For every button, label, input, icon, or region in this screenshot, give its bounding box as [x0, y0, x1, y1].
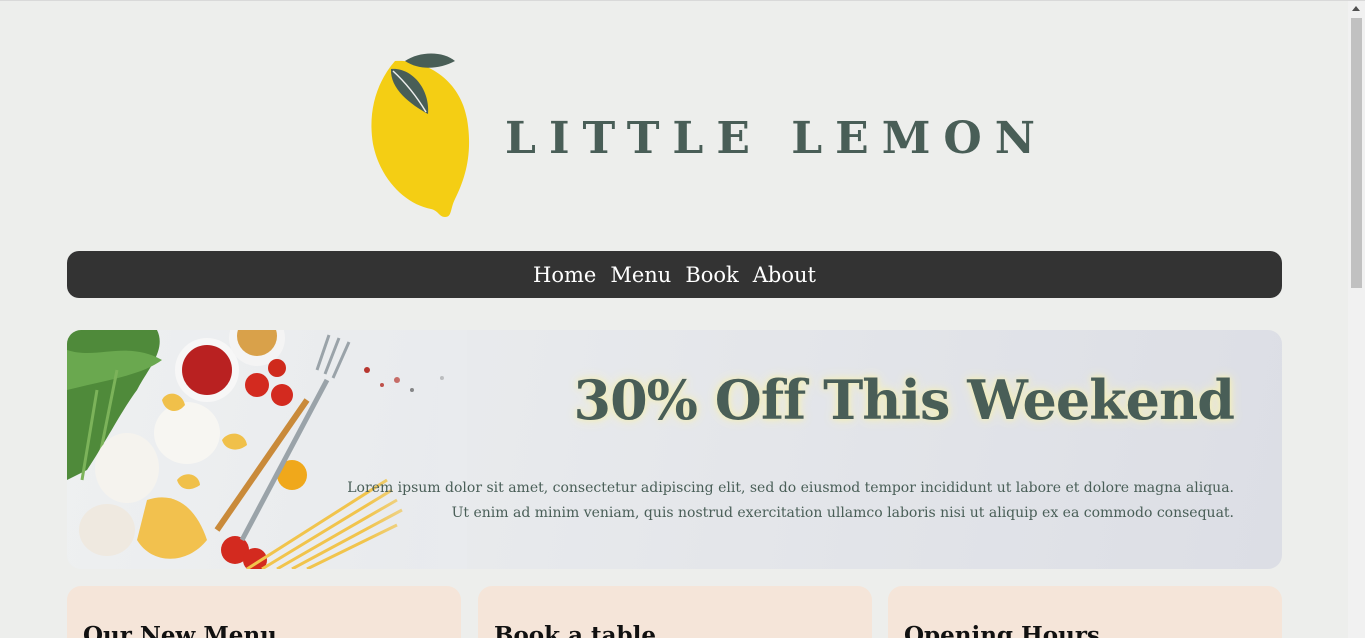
brand-name: LITTLE LEMON	[505, 113, 1048, 164]
pasta-ingredients-image	[67, 330, 467, 569]
scrollbar-thumb[interactable]	[1351, 18, 1362, 288]
nav-link-about[interactable]: About	[753, 263, 816, 287]
nav-link-home[interactable]: Home	[533, 263, 596, 287]
card-new-menu: Our New Menu	[67, 586, 461, 638]
promo-description: Lorem ipsum dolor sit amet, consectetur …	[347, 480, 1234, 521]
promo-banner: 30% Off This Weekend Lorem ipsum dolor s…	[67, 330, 1282, 569]
page: LITTLE LEMON Home Menu Book About 30% Of…	[0, 1, 1348, 638]
promo-title: 30% Off This Weekend	[573, 368, 1235, 432]
vertical-scrollbar[interactable]	[1348, 1, 1365, 638]
nav-link-menu[interactable]: Menu	[610, 263, 671, 287]
card-title: Our New Menu	[83, 622, 277, 638]
nav-link-book[interactable]: Book	[685, 263, 738, 287]
card-title: Opening Hours	[904, 622, 1100, 638]
card-opening-hours: Opening Hours	[888, 586, 1282, 638]
card-book-table: Book a table	[478, 586, 872, 638]
main-nav: Home Menu Book About	[67, 251, 1282, 298]
scroll-up-arrow-icon[interactable]	[1352, 6, 1360, 11]
card-title: Book a table	[494, 622, 656, 638]
